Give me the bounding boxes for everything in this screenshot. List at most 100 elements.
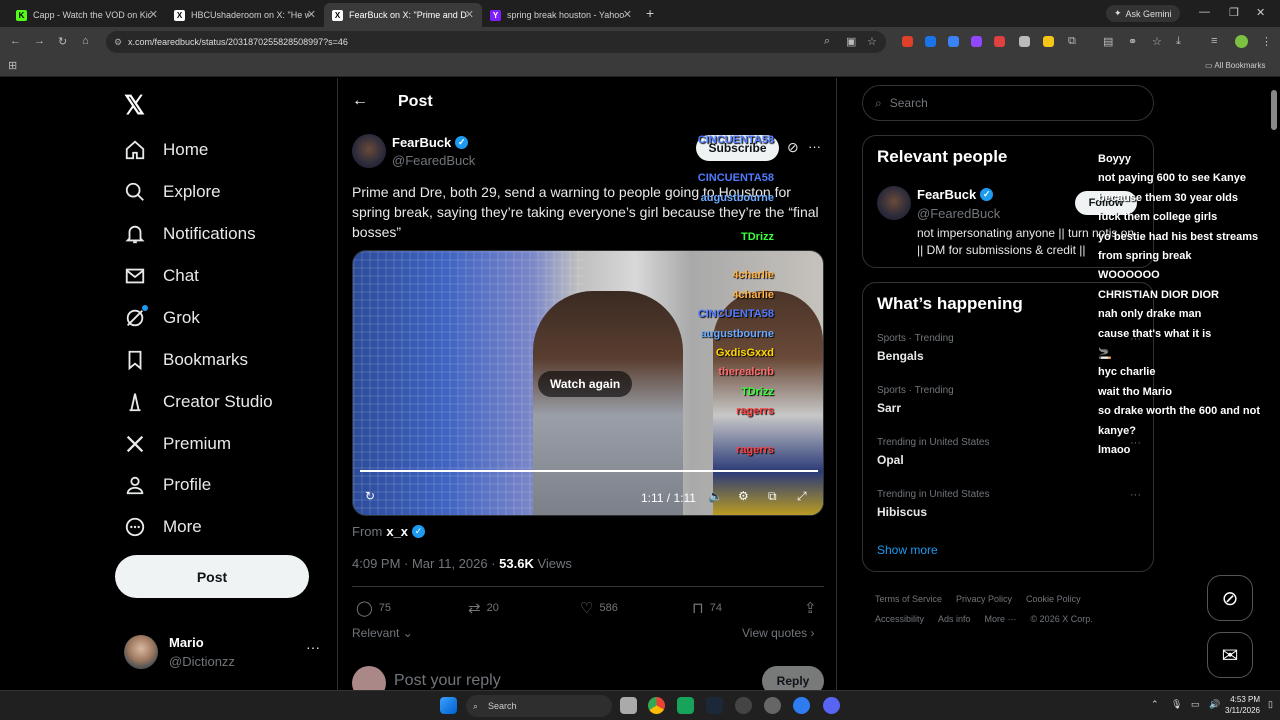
settings-gear-icon[interactable]: ⚙: [738, 489, 749, 503]
footer-link[interactable]: Cookie Policy: [1026, 594, 1081, 604]
browser-tab[interactable]: Y spring break houston - Yahoo S... ✕: [482, 3, 640, 27]
browser-tab-active[interactable]: X FearBuck on X: "Prime and Dre... ✕: [324, 3, 482, 27]
speaker-icon[interactable]: 🔊: [1209, 699, 1220, 710]
extension-icon[interactable]: [971, 36, 982, 47]
person-name[interactable]: FearBuck ✓: [917, 187, 994, 202]
extension-icon[interactable]: [925, 36, 936, 47]
close-icon[interactable]: ✕: [149, 8, 158, 21]
chevron-up-icon[interactable]: ⌃: [1151, 699, 1159, 710]
back-icon[interactable]: ←: [10, 35, 21, 47]
chrome-icon[interactable]: [648, 697, 665, 714]
app-icon[interactable]: [764, 697, 781, 714]
more-options-icon[interactable]: ···: [808, 139, 821, 154]
close-icon[interactable]: ✕: [307, 8, 316, 21]
nav-profile[interactable]: Profile: [124, 467, 211, 503]
replay-icon[interactable]: ↻: [365, 489, 375, 503]
taskbar-search[interactable]: ⌕ Search: [466, 695, 612, 717]
reply-input[interactable]: Post your reply: [394, 672, 501, 690]
grok-icon[interactable]: ⊘: [787, 139, 799, 156]
maximize-icon[interactable]: ❐: [1229, 6, 1239, 19]
footer-link[interactable]: Terms of Service: [875, 594, 942, 604]
reply-action[interactable]: ◯ 75: [356, 599, 391, 617]
discord-icon[interactable]: [823, 697, 840, 714]
download-icon[interactable]: ⤓: [1176, 35, 1181, 48]
microphone-icon[interactable]: 🎙: [1171, 699, 1182, 710]
post-timestamp[interactable]: 4:09 PM · Mar 11, 2026 ·: [352, 556, 499, 571]
nav-premium[interactable]: Premium: [124, 426, 231, 462]
post-button[interactable]: Post: [115, 555, 309, 598]
scrollbar-thumb[interactable]: [1271, 90, 1277, 130]
bookmark-action[interactable]: ⊓ 74: [692, 599, 722, 617]
home-icon[interactable]: ⌂: [82, 35, 89, 47]
show-more-link[interactable]: Show more: [877, 543, 938, 557]
extension-icon[interactable]: [994, 36, 1005, 47]
watch-again-button[interactable]: Watch again: [538, 371, 633, 397]
forward-icon[interactable]: →: [34, 35, 45, 47]
footer-link[interactable]: Accessibility: [875, 614, 924, 624]
author-name[interactable]: FearBuck ✓: [392, 135, 469, 150]
nav-grok[interactable]: Grok: [124, 300, 200, 336]
fullscreen-icon[interactable]: ⤢: [797, 489, 807, 504]
extension-icon[interactable]: [1043, 36, 1054, 47]
steam-icon[interactable]: [706, 697, 723, 714]
bookmark-star-icon[interactable]: ☆: [1152, 35, 1162, 48]
more-dots-icon[interactable]: ···: [1130, 437, 1141, 449]
messages-fab[interactable]: ✉: [1207, 632, 1253, 678]
footer-link[interactable]: Ads info: [938, 614, 971, 624]
source-user-link[interactable]: x_x: [386, 524, 408, 539]
search-input[interactable]: ⌕ Search: [862, 85, 1154, 121]
sort-replies-dropdown[interactable]: Relevant ⌄: [352, 626, 413, 640]
nav-home[interactable]: Home: [124, 132, 208, 168]
grok-fab[interactable]: ⊘: [1207, 575, 1253, 621]
reload-icon[interactable]: ↻: [58, 35, 67, 48]
app-icon[interactable]: [735, 697, 752, 714]
browser-tab[interactable]: X HBCUshaderoom on X: "He w... ✕: [166, 3, 324, 27]
ask-gemini-button[interactable]: ✦ Ask Gemini: [1106, 5, 1180, 22]
back-arrow-icon[interactable]: ←: [352, 92, 368, 110]
like-action[interactable]: ♡ 586: [580, 599, 618, 617]
windows-start-icon[interactable]: [440, 697, 457, 714]
extensions-puzzle-icon[interactable]: ⧉: [1068, 35, 1076, 48]
video-progress-bar[interactable]: [360, 470, 818, 472]
notification-icon[interactable]: ▯: [1268, 699, 1273, 710]
zoom-icon[interactable]: ⌕: [824, 35, 830, 48]
all-bookmarks-button[interactable]: ▭ All Bookmarks: [1205, 61, 1265, 70]
nav-explore[interactable]: Explore: [124, 174, 221, 210]
reply-button[interactable]: Reply: [762, 666, 824, 690]
media-icon[interactable]: ≡: [1211, 35, 1217, 47]
person-handle[interactable]: @FearedBuck: [917, 206, 1000, 221]
close-icon[interactable]: ✕: [623, 8, 632, 21]
extension-icon[interactable]: [1019, 36, 1030, 47]
task-view-icon[interactable]: [620, 697, 637, 714]
new-tab-button[interactable]: +: [646, 5, 654, 21]
monitor-icon[interactable]: ▭: [1191, 699, 1200, 710]
footer-link[interactable]: More ···: [985, 614, 1017, 624]
more-dots-icon[interactable]: ···: [1130, 489, 1141, 501]
close-window-icon[interactable]: ✕: [1256, 6, 1265, 19]
tab-search-icon[interactable]: ▤: [1103, 35, 1113, 48]
extension-icon[interactable]: [902, 36, 913, 47]
author-avatar[interactable]: [352, 134, 386, 168]
trend-item[interactable]: Trending in United States Hibiscus ···: [877, 489, 1141, 519]
system-clock[interactable]: 4:53 PM 3/11/2026: [1225, 694, 1260, 716]
nav-notifications[interactable]: Notifications: [124, 216, 256, 252]
star-icon[interactable]: ☆: [867, 35, 877, 48]
volume-icon[interactable]: 🔈: [708, 489, 723, 503]
footer-link[interactable]: Privacy Policy: [956, 594, 1012, 604]
browser-tab[interactable]: K Capp - Watch the VOD on Kick ✕: [8, 3, 166, 27]
repost-action[interactable]: ⇄ 20: [468, 599, 499, 617]
scrollbar[interactable]: [1268, 78, 1280, 690]
browser-menu-icon[interactable]: ⋮: [1261, 35, 1272, 48]
nav-creator-studio[interactable]: Creator Studio: [124, 384, 273, 420]
avatar[interactable]: [877, 186, 911, 220]
app-icon[interactable]: [677, 697, 694, 714]
close-icon[interactable]: ✕: [465, 8, 474, 21]
link-icon[interactable]: ⚭: [1128, 35, 1137, 48]
app-icon[interactable]: [793, 697, 810, 714]
share-action[interactable]: ⇪: [804, 599, 823, 617]
url-bar[interactable]: ⚙ x.com/fearedbuck/status/20318702558285…: [106, 31, 886, 53]
x-logo[interactable]: 𝕏: [124, 90, 145, 121]
nav-chat[interactable]: Chat: [124, 258, 199, 294]
profile-avatar-icon[interactable]: [1235, 35, 1248, 48]
apps-grid-icon[interactable]: ⊞: [8, 59, 17, 72]
